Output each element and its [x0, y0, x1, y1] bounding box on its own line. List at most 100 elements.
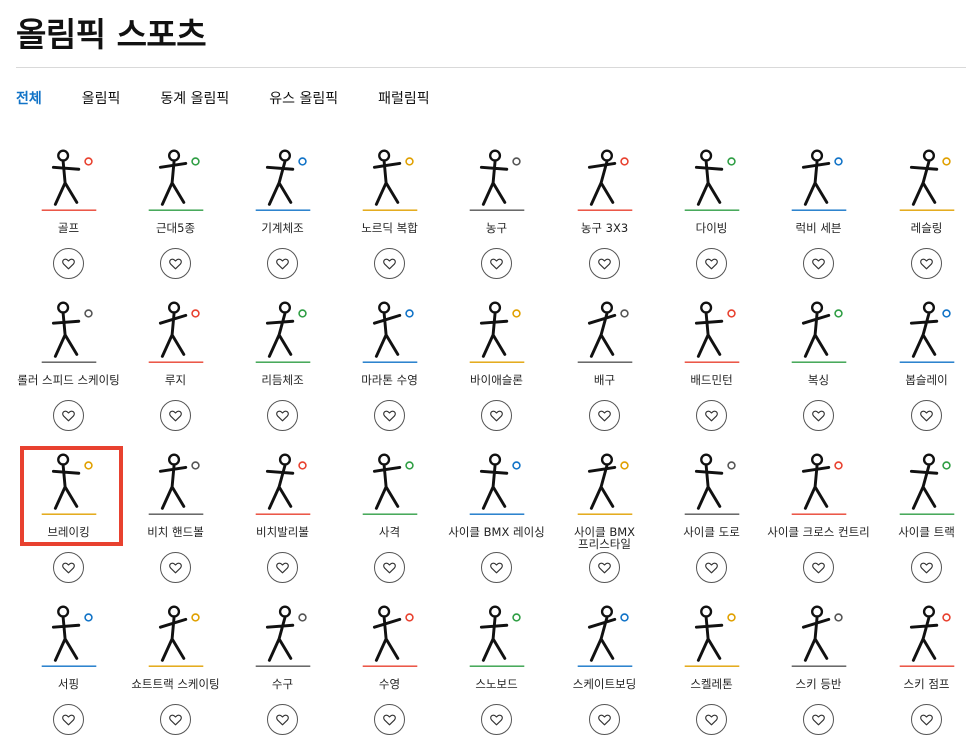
sport-card[interactable]: 서핑 — [15, 596, 122, 746]
heart-icon — [919, 560, 934, 575]
sport-card[interactable]: 농구 3X3 — [551, 140, 658, 290]
sport-card[interactable]: 골프 — [15, 140, 122, 290]
favorite-button[interactable] — [160, 248, 191, 279]
water-polo-icon — [243, 596, 323, 674]
sport-card[interactable]: 스노보드 — [443, 596, 550, 746]
sport-label: 복싱 — [807, 373, 830, 387]
sport-card[interactable]: 바이애슬론 — [443, 292, 550, 442]
favorite-button[interactable] — [911, 248, 942, 279]
heart-icon — [811, 712, 826, 727]
favorite-button[interactable] — [481, 552, 512, 583]
favorite-button[interactable] — [911, 704, 942, 735]
sport-card[interactable]: 기계체조 — [229, 140, 336, 290]
volleyball-icon — [565, 292, 645, 370]
sport-card[interactable]: 스키 등반 — [765, 596, 872, 746]
favorite-button[interactable] — [696, 552, 727, 583]
favorite-button[interactable] — [589, 248, 620, 279]
favorite-button[interactable] — [53, 552, 84, 583]
favorite-button[interactable] — [374, 704, 405, 735]
favorite-button[interactable] — [803, 400, 834, 431]
favorite-button[interactable] — [53, 400, 84, 431]
sport-card[interactable]: 다이빙 — [658, 140, 765, 290]
sport-card[interactable]: 사이클 BMX 레이싱 — [443, 444, 550, 594]
sport-label: 럭비 세븐 — [795, 221, 842, 235]
sport-card[interactable]: 루지 — [122, 292, 229, 442]
favorite-button[interactable] — [481, 248, 512, 279]
favorite-button[interactable] — [374, 248, 405, 279]
favorite-button[interactable] — [696, 400, 727, 431]
sport-card[interactable]: 스케이트보딩 — [551, 596, 658, 746]
sport-card[interactable]: 사이클 트랙 — [873, 444, 966, 594]
sport-label: 비치 핸드볼 — [147, 525, 204, 539]
sport-card[interactable]: 배드민턴 — [658, 292, 765, 442]
favorite-button[interactable] — [911, 400, 942, 431]
favorite-button[interactable] — [160, 552, 191, 583]
sport-label: 기계체조 — [261, 221, 304, 235]
sport-card[interactable]: 농구 — [443, 140, 550, 290]
favorite-button[interactable] — [481, 704, 512, 735]
heart-icon — [704, 712, 719, 727]
sport-label: 수영 — [378, 677, 401, 691]
favorite-button[interactable] — [267, 704, 298, 735]
tab-paralympic[interactable]: 패럴림픽 — [378, 88, 430, 112]
tab-winter-olympic[interactable]: 동계 올림픽 — [160, 88, 229, 112]
sport-card[interactable]: 리듬체조 — [229, 292, 336, 442]
sport-card[interactable]: 비치 핸드볼 — [122, 444, 229, 594]
heart-icon — [168, 256, 183, 271]
favorite-button[interactable] — [803, 552, 834, 583]
sport-card[interactable]: 사격 — [336, 444, 443, 594]
sport-card[interactable]: 사이클 BMX 프리스타일 — [551, 444, 658, 594]
favorite-button[interactable] — [803, 248, 834, 279]
favorite-button[interactable] — [589, 552, 620, 583]
favorite-button[interactable] — [160, 400, 191, 431]
sport-label: 농구 3X3 — [580, 221, 629, 235]
sport-card[interactable]: 사이클 크로스 컨트리 — [765, 444, 872, 594]
sport-card[interactable]: 럭비 세븐 — [765, 140, 872, 290]
favorite-button[interactable] — [53, 704, 84, 735]
favorite-button[interactable] — [267, 552, 298, 583]
heart-icon — [489, 408, 504, 423]
artistic-gymnastics-icon — [243, 140, 323, 218]
favorite-button[interactable] — [374, 552, 405, 583]
favorite-button[interactable] — [481, 400, 512, 431]
favorite-button[interactable] — [589, 704, 620, 735]
sport-card[interactable]: 쇼트트랙 스케이팅 — [122, 596, 229, 746]
heart-icon — [919, 408, 934, 423]
tab-youth-olympic[interactable]: 유스 올림픽 — [269, 88, 338, 112]
heart-icon — [61, 560, 76, 575]
favorite-button[interactable] — [160, 704, 191, 735]
beach-volleyball-icon — [243, 444, 323, 522]
sport-card[interactable]: 근대5종 — [122, 140, 229, 290]
sport-card[interactable]: 비치발리볼 — [229, 444, 336, 594]
favorite-button[interactable] — [267, 400, 298, 431]
favorite-button[interactable] — [696, 248, 727, 279]
favorite-button[interactable] — [53, 248, 84, 279]
sport-card[interactable]: 사이클 도로 — [658, 444, 765, 594]
tab-olympic[interactable]: 올림픽 — [82, 88, 121, 112]
tab-all[interactable]: 전체 — [16, 88, 42, 112]
heart-icon — [382, 560, 397, 575]
sport-card[interactable]: 수구 — [229, 596, 336, 746]
sport-card[interactable]: 복싱 — [765, 292, 872, 442]
sport-label: 사이클 BMX 프리스타일 — [573, 525, 636, 551]
sport-card[interactable]: 스켈레톤 — [658, 596, 765, 746]
rhythmic-gymnastics-icon — [243, 292, 323, 370]
favorite-button[interactable] — [589, 400, 620, 431]
sport-card[interactable]: 롤러 스피드 스케이팅 — [15, 292, 122, 442]
heart-icon — [382, 256, 397, 271]
sport-card[interactable]: 마라톤 수영 — [336, 292, 443, 442]
favorite-button[interactable] — [374, 400, 405, 431]
favorite-button[interactable] — [696, 704, 727, 735]
sport-card[interactable]: 브레이킹 — [15, 444, 122, 594]
heart-icon — [275, 256, 290, 271]
favorite-button[interactable] — [267, 248, 298, 279]
sport-card[interactable]: 배구 — [551, 292, 658, 442]
favorite-button[interactable] — [803, 704, 834, 735]
sport-card[interactable]: 수영 — [336, 596, 443, 746]
sport-card[interactable]: 레슬링 — [873, 140, 966, 290]
sport-card[interactable]: 스키 점프 — [873, 596, 966, 746]
sport-card[interactable]: 봅슬레이 — [873, 292, 966, 442]
heart-icon — [61, 256, 76, 271]
sport-card[interactable]: 노르딕 복합 — [336, 140, 443, 290]
favorite-button[interactable] — [911, 552, 942, 583]
